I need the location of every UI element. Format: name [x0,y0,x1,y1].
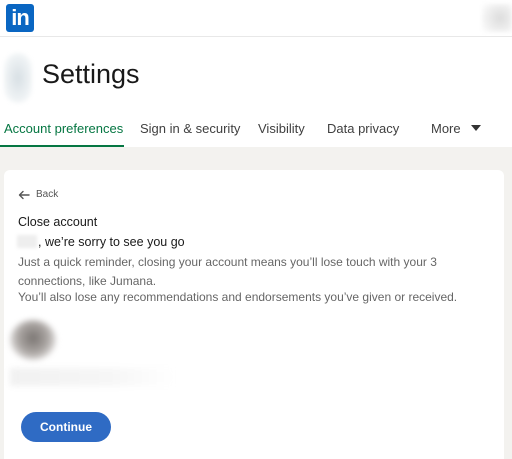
back-link[interactable]: Back [36,189,58,200]
arrow-left-icon[interactable] [18,190,30,200]
settings-tabs: Account preferences Sign in & security V… [0,113,512,147]
top-navigation-bar: in [0,0,512,37]
tab-visibility[interactable]: Visibility [258,121,305,136]
continue-button[interactable]: Continue [21,412,111,442]
linkedin-logo-icon[interactable]: in [6,4,34,32]
farewell-text: , we’re sorry to see you go [38,235,185,249]
connection-avatar [10,320,56,360]
redacted-user-name [17,235,37,248]
recommendations-warning-text: You’ll also lose any recommendations and… [18,290,458,304]
tab-more[interactable]: More [431,121,461,136]
tab-account-preferences[interactable]: Account preferences [4,121,123,136]
card-title: Close account [18,215,98,229]
tab-sign-in-security[interactable]: Sign in & security [140,121,240,136]
profile-avatar[interactable] [482,4,512,32]
caret-down-icon[interactable] [471,125,481,131]
page-title: Settings [42,59,140,89]
tab-data-privacy[interactable]: Data privacy [327,121,399,136]
header-avatar [4,53,32,103]
reminder-text: Just a quick reminder, closing your acco… [18,255,437,288]
settings-header: Settings Account preferences Sign in & s… [0,37,512,147]
close-account-card: Back Close account , we’re sorry to see … [4,170,504,459]
redacted-connection-name [10,368,175,386]
